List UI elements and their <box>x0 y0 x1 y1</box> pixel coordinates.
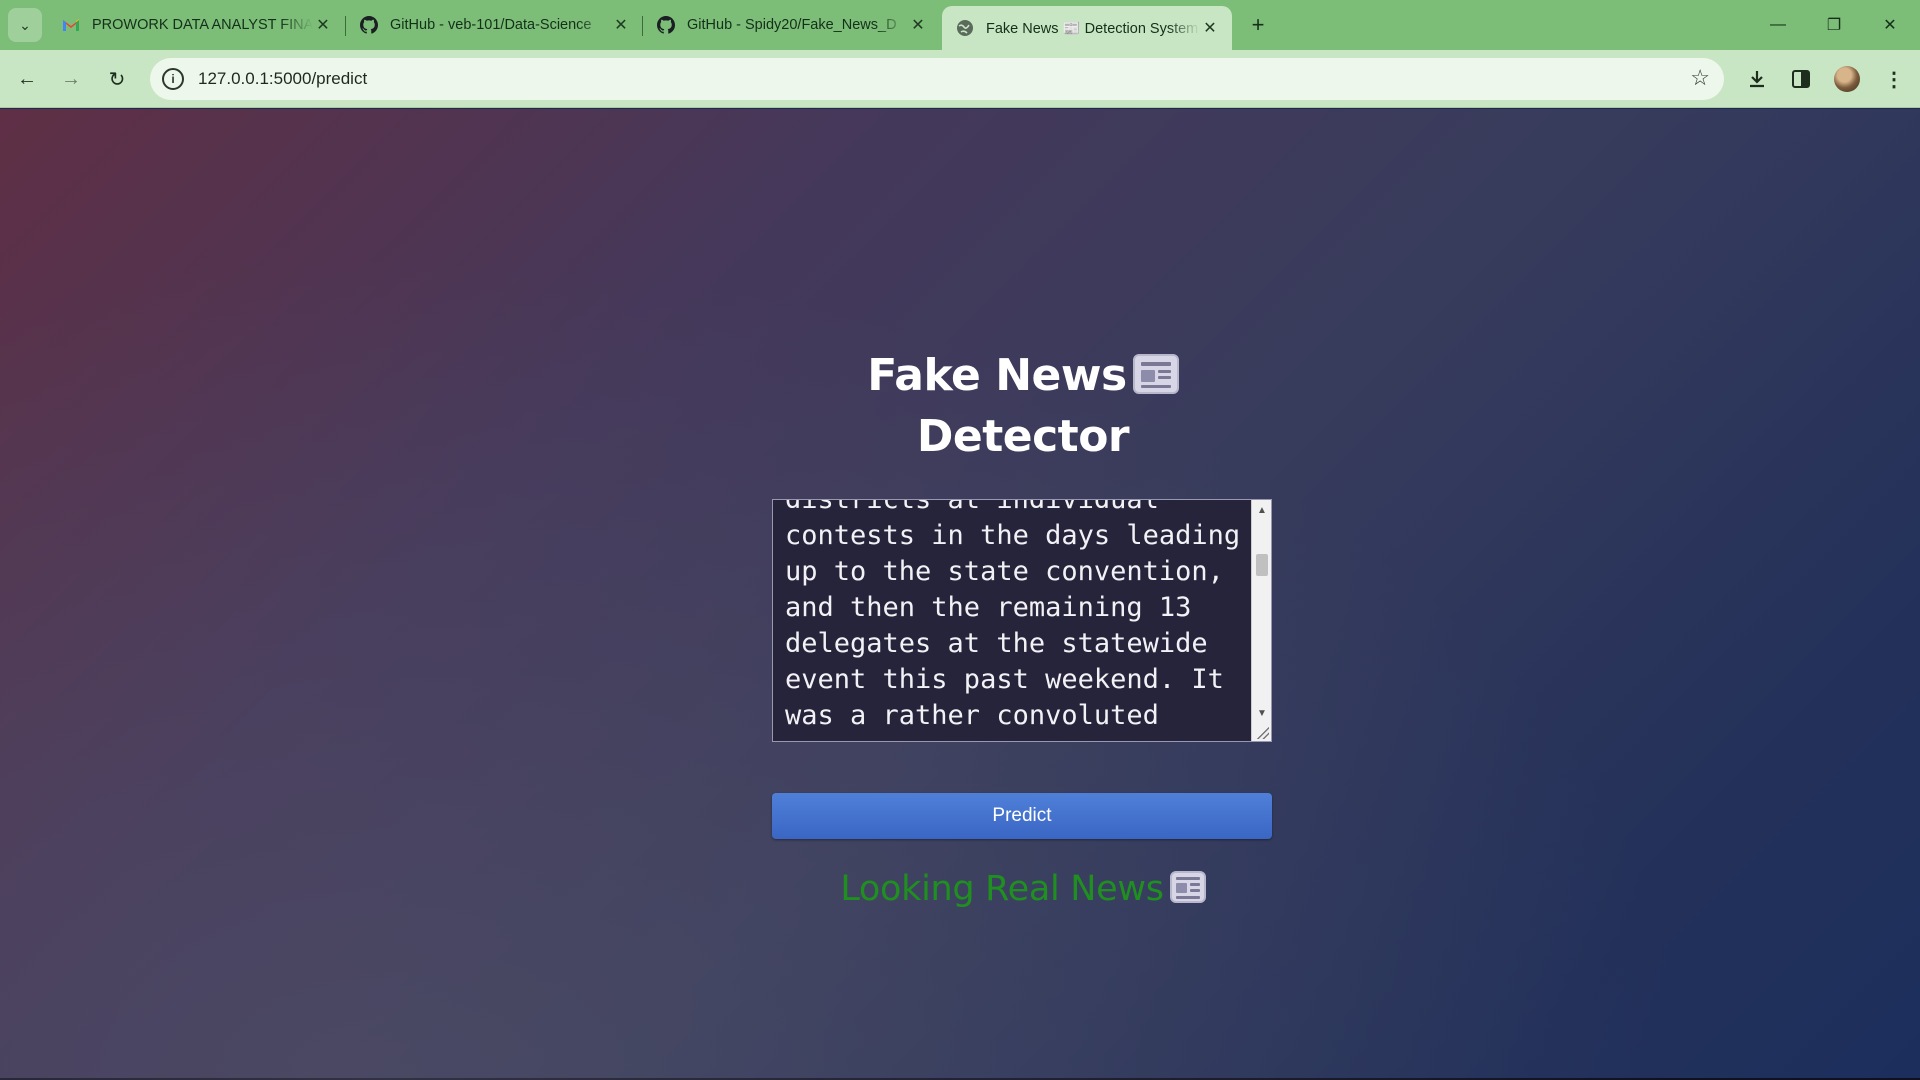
tab-title: GitHub - veb-101/Data-Science <box>390 17 592 33</box>
predict-button[interactable]: Predict <box>772 793 1272 839</box>
page-content: Fake News Detector districts at individu… <box>0 109 1920 1080</box>
result-text: Looking Real News <box>840 869 1164 909</box>
chevron-down-icon: ⌄ <box>19 16 31 33</box>
newspaper-icon <box>1132 354 1179 394</box>
downloads-icon[interactable] <box>1743 65 1771 93</box>
tab-gmail[interactable]: PROWORK DATA ANALYST FINAL ✕ <box>48 6 345 44</box>
reload-button[interactable]: ↻ <box>99 61 135 97</box>
tab-strip: ⌄ PROWORK DATA ANALYST FINAL ✕ GitHub - … <box>0 0 1920 50</box>
globe-icon <box>956 19 974 37</box>
close-window-button[interactable]: ✕ <box>1862 0 1918 50</box>
page-title: Fake News Detector <box>772 345 1274 467</box>
forward-button[interactable]: → <box>53 61 89 97</box>
tab-title: GitHub - Spidy20/Fake_News_D <box>687 17 897 33</box>
close-tab-icon[interactable]: ✕ <box>1200 18 1220 38</box>
close-tab-icon[interactable]: ✕ <box>611 15 631 35</box>
new-tab-button[interactable]: + <box>1244 11 1272 39</box>
tab-github-veb[interactable]: GitHub - veb-101/Data-Science ✕ <box>346 6 643 44</box>
news-textarea[interactable]: districts at individual contests in the … <box>772 499 1272 742</box>
resize-handle-icon[interactable] <box>1257 727 1269 739</box>
side-panel-icon[interactable] <box>1787 65 1815 93</box>
title-line-2: Detector <box>916 411 1130 462</box>
reload-icon: ↻ <box>108 68 126 91</box>
close-icon: ✕ <box>1883 17 1897 34</box>
tab-title: Fake News 📰 Detection System <box>986 20 1199 37</box>
back-arrow-icon: ← <box>17 67 37 90</box>
github-icon <box>657 16 675 34</box>
gmail-icon <box>62 16 80 34</box>
back-button[interactable]: ← <box>9 61 45 97</box>
news-text-content[interactable]: districts at individual contests in the … <box>785 500 1251 741</box>
forward-arrow-icon: → <box>61 67 81 90</box>
scroll-down-icon[interactable]: ▼ <box>1252 705 1271 723</box>
restore-button[interactable]: ❐ <box>1806 0 1862 50</box>
address-bar[interactable]: i 127.0.0.1:5000/predict ☆ <box>150 58 1724 100</box>
url-text[interactable]: 127.0.0.1:5000/predict <box>198 69 367 89</box>
tab-search-button[interactable]: ⌄ <box>8 8 42 42</box>
tab-github-spidy[interactable]: GitHub - Spidy20/Fake_News_D ✕ <box>643 6 940 44</box>
textarea-scrollbar[interactable]: ▲ ▼ <box>1251 500 1271 741</box>
detector-card: Fake News Detector districts at individu… <box>772 345 1274 909</box>
tab-title: PROWORK DATA ANALYST FINAL <box>92 17 313 33</box>
browser-toolbar: ← → ↻ i 127.0.0.1:5000/predict ☆ ⋮ <box>0 50 1920 108</box>
close-tab-icon[interactable]: ✕ <box>313 15 333 35</box>
menu-icon[interactable]: ⋮ <box>1880 65 1908 93</box>
github-icon <box>360 16 378 34</box>
tab-fake-news[interactable]: Fake News 📰 Detection System ✕ <box>942 6 1232 50</box>
close-tab-icon[interactable]: ✕ <box>908 15 928 35</box>
scroll-thumb[interactable] <box>1256 554 1268 576</box>
site-info-icon[interactable]: i <box>162 68 184 90</box>
profile-avatar[interactable] <box>1834 66 1860 92</box>
prediction-result: Looking Real News <box>772 869 1274 909</box>
newspaper-icon <box>1169 871 1206 903</box>
title-line-1: Fake News <box>867 350 1127 401</box>
scroll-up-icon[interactable]: ▲ <box>1252 502 1271 520</box>
bookmark-star-icon[interactable]: ☆ <box>1690 67 1710 89</box>
minimize-button[interactable]: — <box>1750 0 1806 50</box>
restore-icon: ❐ <box>1826 17 1842 34</box>
minimize-icon: — <box>1770 16 1786 33</box>
